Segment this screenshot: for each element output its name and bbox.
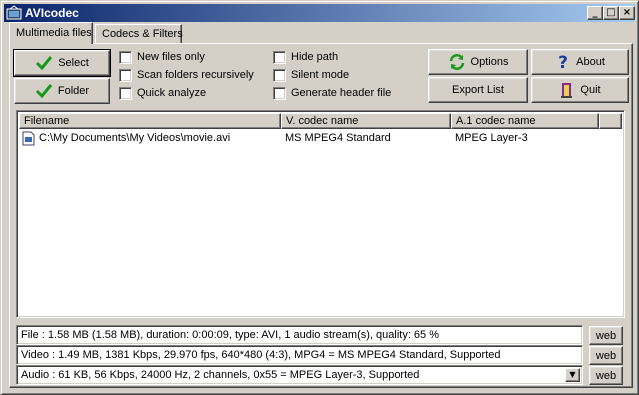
checkbox-box[interactable] (119, 50, 132, 64)
video-info-text: Video : 1.49 MB, 1381 Kbps, 29.970 fps, … (21, 349, 501, 361)
tab-label: Multimedia files (16, 27, 92, 39)
checkbox-box[interactable] (119, 68, 132, 82)
web-label: web (595, 349, 617, 362)
options-button[interactable]: Options (428, 49, 528, 75)
tab-codecs-filters[interactable]: Codecs & Filters (95, 24, 183, 44)
folder-label: Folder (57, 85, 90, 97)
select-button[interactable]: Select (13, 49, 111, 77)
checkbox-box[interactable] (273, 68, 286, 82)
app-window: AVIcodec _ □ × Multimedia files Codecs &… (0, 0, 639, 395)
maximize-button[interactable]: □ (603, 6, 619, 20)
green-checkmark-icon (36, 56, 53, 71)
cell-vcodec: MS MPEG4 Standard (285, 132, 391, 144)
cell-filename: C:\My Documents\My Videos\movie.avi (39, 132, 231, 144)
close-icon: × (622, 7, 632, 18)
quit-button[interactable]: Quit (531, 77, 629, 103)
minimize-button[interactable]: _ (587, 6, 603, 20)
checkbox-label: Silent mode (291, 69, 350, 81)
hide-path-checkbox[interactable]: Hide path (273, 49, 338, 65)
minimize-icon: _ (592, 7, 598, 18)
audio-stream-select[interactable]: Audio : 61 KB, 56 Kbps, 24000 Hz, 2 chan… (16, 365, 583, 385)
checkbox-label: New files only (137, 51, 205, 63)
web-label: web (595, 369, 617, 382)
scan-recursively-checkbox[interactable]: Scan folders recursively (119, 67, 254, 83)
column-label: A.1 codec name (456, 115, 536, 127)
audio-web-button[interactable]: web (589, 366, 623, 385)
window-title: AVIcodec (25, 6, 79, 20)
tab-label: Codecs & Filters (102, 28, 183, 40)
generate-header-checkbox[interactable]: Generate header file (273, 85, 391, 101)
quit-label: Quit (580, 84, 601, 96)
title-bar[interactable]: AVIcodec _ □ × (4, 4, 635, 22)
checkbox-label: Hide path (291, 51, 339, 63)
column-header-empty (599, 113, 622, 129)
help-question-icon: ? (558, 53, 568, 71)
folder-button[interactable]: Folder (14, 78, 110, 104)
file-info-text: File : 1.58 MB (1.58 MB), duration: 0:00… (21, 329, 439, 341)
svg-text:?: ? (558, 53, 568, 71)
file-info-field[interactable]: File : 1.58 MB (1.58 MB), duration: 0:00… (16, 325, 583, 345)
column-header-filename[interactable]: Filename (19, 113, 281, 129)
file-list[interactable]: Filename V. codec name A.1 codec name C:… (16, 110, 625, 318)
close-button[interactable]: × (619, 6, 635, 20)
maximize-icon: □ (606, 7, 616, 18)
checkbox-box[interactable] (273, 50, 286, 64)
column-header-vcodec[interactable]: V. codec name (281, 113, 451, 129)
video-info-field[interactable]: Video : 1.49 MB, 1381 Kbps, 29.970 fps, … (16, 345, 583, 365)
refresh-arrows-icon (449, 54, 464, 70)
silent-mode-checkbox[interactable]: Silent mode (273, 67, 349, 83)
list-header: Filename V. codec name A.1 codec name (19, 113, 622, 129)
exit-door-icon (561, 83, 573, 98)
file-web-button[interactable]: web (589, 326, 623, 345)
column-label: Filename (24, 115, 70, 127)
green-checkmark-icon (35, 84, 53, 99)
checkbox-label: Scan folders recursively (137, 69, 254, 81)
new-files-only-checkbox[interactable]: New files only (119, 49, 205, 65)
checkbox-box[interactable] (273, 86, 286, 100)
video-web-button[interactable]: web (589, 346, 623, 365)
app-logo-icon (6, 5, 22, 20)
chevron-down-icon[interactable]: ▼ (565, 368, 580, 382)
quick-analyze-checkbox[interactable]: Quick analyze (119, 85, 206, 101)
about-label: About (576, 56, 605, 68)
about-button[interactable]: ? About (531, 49, 629, 75)
checkbox-label: Generate header file (291, 87, 392, 99)
checkbox-box[interactable] (119, 86, 132, 100)
table-row[interactable]: C:\My Documents\My Videos\movie.avi MS M… (19, 131, 619, 147)
column-label: V. codec name (286, 115, 359, 127)
select-label: Select (58, 57, 89, 69)
tab-multimedia-files[interactable]: Multimedia files (9, 22, 93, 44)
export-list-label: Export List (452, 84, 504, 96)
video-file-icon (22, 131, 35, 146)
checkbox-label: Quick analyze (137, 87, 207, 99)
audio-info-text: Audio : 61 KB, 56 Kbps, 24000 Hz, 2 chan… (21, 369, 420, 381)
column-header-acodec[interactable]: A.1 codec name (451, 113, 599, 129)
options-label: Options (470, 56, 509, 68)
export-list-button[interactable]: Export List (428, 77, 528, 103)
cell-acodec: MPEG Layer-3 (455, 132, 528, 144)
web-label: web (595, 329, 617, 342)
